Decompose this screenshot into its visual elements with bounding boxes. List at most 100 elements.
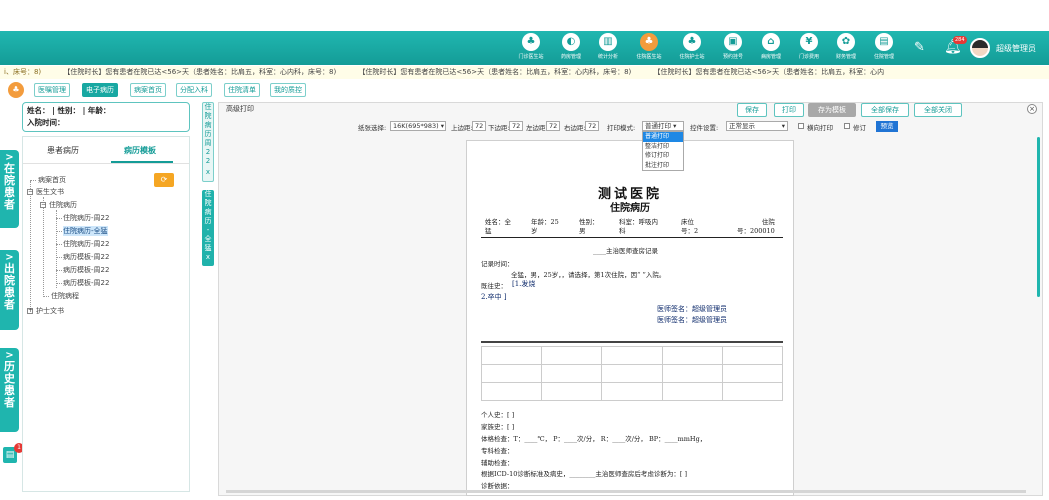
rail-discharged[interactable]: > 出院患者 [0, 250, 19, 330]
tree-line [56, 210, 57, 288]
tree-node-progress[interactable]: 住院病程 [51, 291, 79, 301]
hospital-admin-icon: ▤ [875, 33, 893, 51]
refresh-button[interactable]: ⟳ [154, 173, 174, 187]
inpatient-doctor-icon: ♣ [640, 33, 658, 51]
save-template-button[interactable]: 存为模板 [808, 103, 856, 117]
tab-inpatient-list[interactable]: 住院清单 [224, 83, 260, 97]
right-margin-input[interactable]: 72 [585, 121, 599, 131]
vertical-scrollbar[interactable] [1037, 137, 1040, 297]
patient-info: 姓名： | 性别： | 年龄： 入院时间： [22, 102, 190, 132]
tree-node-case-home[interactable]: 病案首页 [38, 175, 66, 185]
rail-in-hospital[interactable]: > 在院患者 [0, 150, 19, 228]
nav-item-ward[interactable]: ⌂ 病房管理 [753, 33, 789, 65]
personal-history: 个人史：[ ] [481, 411, 515, 419]
revise-label: 修订 [853, 124, 866, 132]
calendar-icon: ▣ [724, 33, 742, 51]
tab-my-qc[interactable]: 我的质控 [270, 83, 306, 97]
info-gender: 性别：男 [579, 218, 599, 235]
tree-line [30, 181, 31, 311]
nav-item-label: 统计分析 [597, 54, 618, 60]
info-age: 年龄：25 岁 [531, 218, 559, 235]
nav-item-hospital-admin[interactable]: ▤ 住院管理 [866, 33, 902, 65]
print-mode-option[interactable]: 修订打印 [643, 151, 683, 161]
tree-line [56, 244, 62, 245]
print-mode-option[interactable]: 整洁打印 [643, 142, 683, 152]
doctor-icon: ♣ [8, 82, 24, 98]
nav-item-bar-chart[interactable]: ▥ 统计分析 [590, 33, 626, 65]
print-mode-option[interactable]: 普通打印 [643, 132, 683, 142]
diagnosis-basis: 根据ICD-10诊断标准及病史，________主治医师查房后考虑诊断为：[ ] [481, 470, 687, 478]
nav-item-calendar[interactable]: ▣ 预约挂号 [715, 33, 751, 65]
nav-item-finance[interactable]: ✿ 财务管理 [828, 33, 864, 65]
tab-order-management[interactable]: 医嘱管理 [34, 83, 70, 97]
tree-leaf-selected[interactable]: 住院病历-全猛 [63, 226, 108, 236]
record-tree-panel: 患者病历 病历模板 ⟳ 病案首页 − 医生文书 − 住院病历 住院病历-周22 … [22, 136, 190, 492]
ticker-message: 【住院时长】您有患者在院已达<56>天（患者姓名：比肩五，科室：心内科，床号：8… [63, 68, 337, 76]
bottom-margin-label: 下边距: [488, 124, 510, 132]
special-exam: 专科检查： [481, 447, 514, 455]
bar-chart-icon: ▥ [599, 33, 617, 51]
revise-checkbox[interactable] [844, 123, 850, 129]
tab-assign-dept[interactable]: 分配入科 [176, 83, 212, 97]
physical-exam: 体格检查：T：____℃， P：____次/分， R：____次/分， BP：_… [481, 435, 707, 443]
nav-item-label: 预约挂号 [722, 54, 743, 60]
tab-patient-records[interactable]: 患者病历 [47, 145, 79, 156]
tab-emr[interactable]: 电子病历 [82, 83, 118, 97]
doctor-signature-1: 医师签名：超级管理员 [657, 305, 727, 313]
diagnosis: 诊断依据： [481, 482, 514, 490]
collapse-icon[interactable]: − [40, 202, 46, 208]
patient-line-2: 入院时间： [27, 118, 65, 127]
print-preview-page: 测试医院 住院病历 姓名：全猛 年龄：25 岁 性别：男 科室：呼吸内科 床位 号：… [466, 140, 794, 496]
horizontal-scrollbar[interactable] [226, 490, 1026, 493]
tab-record-templates[interactable]: 病历模板 [124, 145, 156, 156]
tree-line [43, 296, 49, 297]
nurse-icon: ♣ [683, 33, 701, 51]
tree-leaf[interactable]: 病历模板-周22 [63, 252, 109, 262]
nav-item-fee[interactable]: ¥ 门诊费用 [791, 33, 827, 65]
control-setting-label: 控件设置: [690, 124, 719, 132]
divider [481, 237, 783, 238]
paper-select[interactable]: 16K(695*983) ▾ [390, 121, 446, 131]
nav-item-doctor[interactable]: ♣ 门诊医生站 [513, 33, 549, 65]
print-mode-select[interactable]: 普通打印 ▾ [642, 121, 684, 131]
tree-leaf[interactable]: 病历模板-周22 [63, 265, 109, 275]
tree-leaf[interactable]: 病历模板-周22 [63, 278, 109, 288]
preview-button[interactable]: 预览 [876, 121, 898, 132]
nav-item-inpatient-doctor[interactable]: ♣ 住院医生站 [631, 33, 667, 65]
print-mode-value: 普通打印 [645, 122, 671, 130]
landscape-checkbox[interactable] [798, 123, 804, 129]
save-button[interactable]: 保存 [737, 103, 767, 117]
save-all-button[interactable]: 全部保存 [861, 103, 909, 117]
doc-tab-2[interactable]: 住院病历-全猛 x [202, 190, 214, 266]
history-label: 既往史： [481, 282, 507, 290]
notification-ticker: i、床号：8) 【住院时长】您有患者在院已达<56>天（患者姓名：比肩五，科室：… [0, 66, 1049, 79]
doc-tab-2-label: 住院病历-全猛 [204, 190, 212, 252]
avatar[interactable] [970, 38, 990, 58]
print-button[interactable]: 打印 [774, 103, 804, 117]
pencil-icon[interactable]: ✎ [914, 40, 925, 55]
top-margin-input[interactable]: 72 [472, 121, 486, 131]
bottom-margin-input[interactable]: 72 [509, 121, 523, 131]
tree-leaf[interactable]: 住院病历-周22 [63, 213, 109, 223]
tree-node-nurse-docs[interactable]: 护士文书 [36, 306, 64, 316]
nav-item-nurse[interactable]: ♣ 住院护士站 [674, 33, 710, 65]
landscape-label: 横向打印 [807, 124, 833, 132]
control-setting-select[interactable]: 正常显示 ▾ [726, 121, 788, 131]
rail-history[interactable]: > 历史患者 [0, 348, 19, 432]
panel-title: 高级打印 [226, 105, 254, 113]
expand-icon[interactable]: + [27, 308, 33, 314]
close-all-button[interactable]: 全部关闭 [914, 103, 962, 117]
tree-leaf[interactable]: 住院病历-周22 [63, 239, 109, 249]
close-icon[interactable]: × [1027, 104, 1037, 114]
collapse-icon[interactable]: − [27, 189, 33, 195]
info-bed: 床位 号：2 [681, 218, 699, 235]
tree-node-inpatient-record[interactable]: 住院病历 [49, 200, 77, 210]
info-name: 姓名：全猛 [485, 218, 511, 235]
print-mode-option[interactable]: 批注打印 [643, 161, 683, 171]
left-margin-input[interactable]: 72 [546, 121, 560, 131]
user-name[interactable]: 超级管理员 [996, 43, 1036, 54]
doc-tab-1[interactable]: 住院病历周22 x [202, 102, 214, 182]
nav-item-pill[interactable]: ◐ 药房管理 [553, 33, 589, 65]
tab-case-home[interactable]: 病案首页 [130, 83, 166, 97]
tree-node-doctor-docs[interactable]: 医生文书 [36, 187, 64, 197]
